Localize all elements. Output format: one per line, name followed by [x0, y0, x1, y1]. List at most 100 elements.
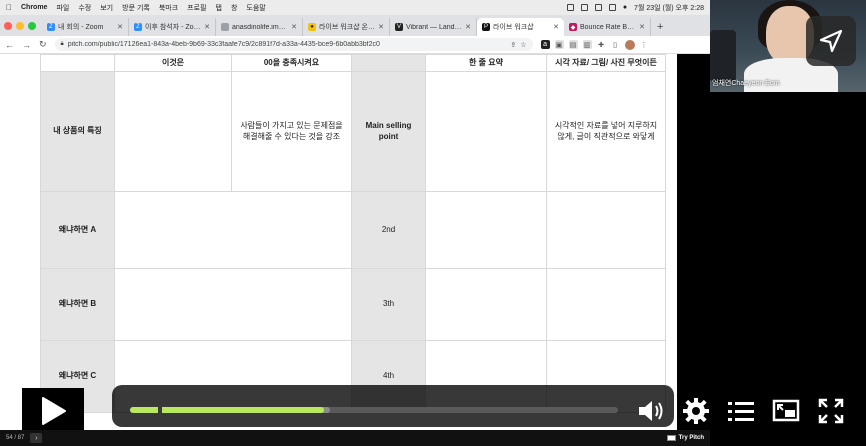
- header-cell: 시각 자료/ 그림/ 사진 무엇이든: [546, 54, 666, 72]
- header-cell: 00을 충족시켜요: [231, 54, 352, 72]
- address-bar[interactable]: 🔒︎ pitch.com/public/17126ea1-843a-4beb-9…: [54, 38, 533, 51]
- browser-tab[interactable]: V Vibrant — Landing ✕: [390, 18, 477, 36]
- settings-button[interactable]: [681, 396, 711, 426]
- close-window-button[interactable]: [4, 21, 12, 30]
- close-tab-icon[interactable]: ✕: [291, 23, 297, 31]
- browser-tab[interactable]: ◆ Bounce Rate Bench ✕: [564, 18, 651, 36]
- menubar-app-name[interactable]: Chrome: [21, 4, 47, 11]
- close-tab-icon[interactable]: ✕: [378, 23, 384, 31]
- profile-avatar[interactable]: [624, 39, 635, 50]
- sidebar-icon[interactable]: ▯: [611, 40, 620, 49]
- menu-history[interactable]: 방문 기록: [122, 3, 150, 13]
- row-label: 왜냐하면 B: [40, 268, 115, 341]
- menu-file[interactable]: 파일: [56, 3, 69, 13]
- more-menu-icon[interactable]: ⋮: [640, 40, 649, 49]
- picture-in-picture-button[interactable]: [771, 396, 801, 426]
- row-label: 내 상품의 특징: [40, 71, 115, 192]
- forward-icon[interactable]: →: [22, 40, 31, 50]
- header-cell: 한 줄 요약: [425, 54, 547, 72]
- chapters-button[interactable]: [726, 396, 756, 426]
- extension-icon[interactable]: a: [540, 40, 550, 49]
- try-pitch-link[interactable]: Try Pitch: [666, 435, 704, 441]
- header-cell: [351, 54, 426, 72]
- pitch-footer: 54 / 87 › Try Pitch: [0, 430, 710, 446]
- menu-edit[interactable]: 수정: [78, 3, 91, 13]
- table-cell: [425, 191, 547, 269]
- site-favicon-icon: ◆: [569, 23, 577, 31]
- browser-tab-active[interactable]: P 라이브 워크샵 ✕: [477, 18, 564, 36]
- clock[interactable]: 7월 23일 (월) 오후 2:28: [634, 3, 704, 13]
- zoom-favicon-icon: Z: [47, 23, 55, 31]
- table-row: 왜냐하면 A 2nd: [40, 191, 666, 269]
- volume-button[interactable]: [636, 396, 666, 426]
- share-button[interactable]: [806, 16, 856, 66]
- status-icon[interactable]: [594, 4, 602, 11]
- participant-name: 엄채연Chaeyeon Eom: [712, 80, 780, 87]
- table-cell: [114, 71, 232, 192]
- browser-tab[interactable]: Z 내 회의 - Zoom ✕: [42, 18, 129, 36]
- close-tab-icon[interactable]: ✕: [553, 23, 559, 31]
- reload-icon[interactable]: ↻: [39, 39, 47, 50]
- browser-toolbar: ← → ↻ 🔒︎ pitch.com/public/17126ea1-843a-…: [0, 36, 710, 54]
- microphone: [710, 30, 736, 82]
- new-tab-button[interactable]: +: [651, 18, 669, 36]
- close-tab-icon[interactable]: ✕: [639, 23, 645, 31]
- pitch-favicon-icon: P: [482, 23, 490, 31]
- next-slide-icon[interactable]: ›: [30, 433, 43, 443]
- menu-tab[interactable]: 탭: [216, 3, 222, 13]
- slide-page-indicator: 54 / 87: [6, 435, 25, 441]
- extensions-area: a ▣ ▤ ▥ ✚ ▯ ⋮: [540, 39, 649, 50]
- site-favicon-icon: ●: [308, 23, 316, 31]
- table-cell: 시각적인 자료를 넣어 지루하지 않게, 글이 직관적으로 와닿게: [546, 71, 666, 192]
- status-icon[interactable]: [608, 4, 616, 11]
- status-icon[interactable]: [580, 4, 588, 11]
- table-cell: [546, 191, 666, 269]
- bookmark-star-icon[interactable]: ☆: [520, 41, 526, 49]
- chapter-gap: [158, 407, 162, 413]
- lock-icon[interactable]: 🔒︎: [61, 41, 64, 48]
- share-page-icon[interactable]: ⇪: [510, 41, 516, 49]
- vibrant-favicon-icon: V: [395, 23, 403, 31]
- extension-icon[interactable]: ▥: [582, 40, 592, 49]
- close-tab-icon[interactable]: ✕: [117, 23, 123, 31]
- back-icon[interactable]: ←: [5, 40, 14, 50]
- tab-title: Bounce Rate Bench: [580, 23, 637, 31]
- menu-profiles[interactable]: 프로필: [187, 3, 206, 13]
- seek-bar[interactable]: [130, 407, 618, 413]
- address-url[interactable]: pitch.com/public/17126ea1-843a-4beb-9b69…: [68, 41, 507, 48]
- menu-view[interactable]: 보기: [100, 3, 113, 13]
- extension-icon[interactable]: ▤: [568, 40, 578, 49]
- menu-window[interactable]: 창: [231, 3, 237, 13]
- table-cell: [425, 268, 547, 341]
- apple-icon[interactable]: : [6, 3, 12, 12]
- play-icon: [42, 397, 66, 425]
- pip-icon: [772, 399, 800, 422]
- row-label: 왜냐하면 A: [40, 191, 115, 269]
- play-button[interactable]: [22, 388, 84, 434]
- table-cell: [114, 268, 352, 341]
- chapters-icon: [728, 402, 754, 421]
- menu-help[interactable]: 도움말: [246, 3, 265, 13]
- wifi-icon[interactable]: ●: [623, 4, 627, 11]
- tab-title: Vibrant — Landing: [406, 23, 463, 31]
- close-tab-icon[interactable]: ✕: [204, 23, 210, 31]
- status-icon[interactable]: [566, 4, 574, 11]
- close-tab-icon[interactable]: ✕: [465, 23, 471, 31]
- puzzle-icon[interactable]: ✚: [597, 40, 606, 49]
- browser-tab[interactable]: anasdinolife.imweb ✕: [216, 18, 303, 36]
- extension-icon[interactable]: ▣: [554, 40, 564, 49]
- fullscreen-button[interactable]: [816, 396, 846, 426]
- minimize-window-button[interactable]: [16, 21, 24, 30]
- zoom-window-button[interactable]: [28, 21, 36, 30]
- tab-title: anasdinolife.imweb: [232, 23, 289, 31]
- browser-tab-strip: Z 내 회의 - Zoom ✕ Z 이후 참석자 - Zoom ✕ anasdi…: [0, 15, 710, 36]
- browser-tab[interactable]: Z 이후 참석자 - Zoom ✕: [129, 18, 216, 36]
- fullscreen-icon: [818, 398, 844, 424]
- menubar-status-area: ● 7월 23일 (월) 오후 2:28: [566, 3, 710, 13]
- table-cell: Main selling point: [351, 71, 426, 192]
- browser-tab[interactable]: ● 라이브 워크샵 온라인 과정 ✕: [303, 18, 390, 36]
- header-cell: [40, 54, 115, 72]
- settings-icon: [683, 398, 709, 424]
- menu-bookmarks[interactable]: 북마크: [159, 3, 178, 13]
- table-cell: 2nd: [351, 191, 426, 269]
